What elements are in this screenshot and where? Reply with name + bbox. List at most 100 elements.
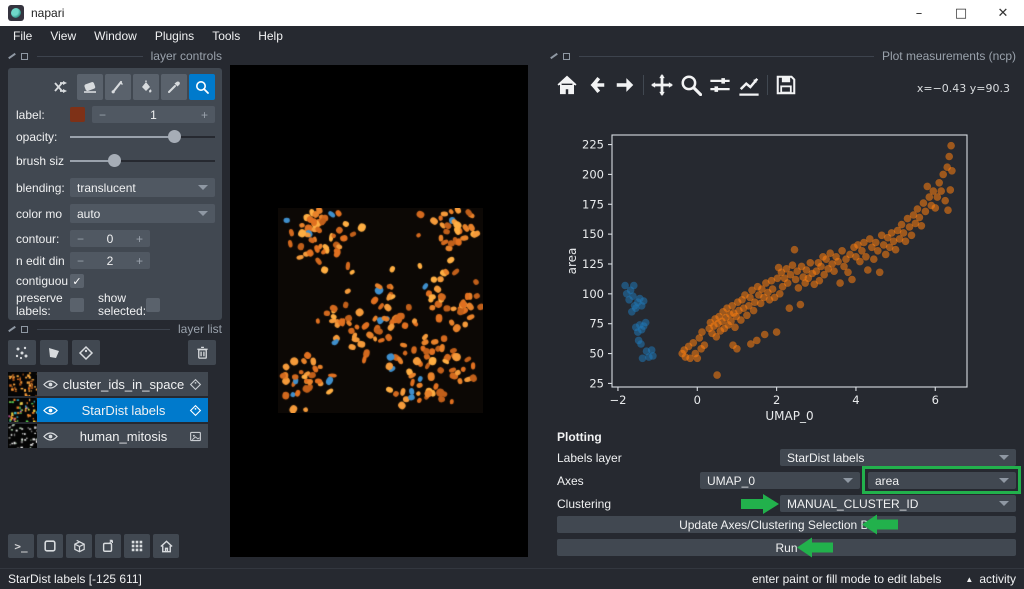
axes-x-dropdown[interactable]: UMAP_0	[700, 472, 860, 489]
svg-text:2: 2	[773, 393, 780, 407]
erase-tool-button[interactable]	[77, 74, 103, 100]
eye-visible-icon[interactable]	[43, 405, 58, 416]
zoom-pan-tool-button[interactable]	[189, 74, 215, 100]
mpl-pan-button[interactable]	[649, 72, 675, 98]
contiguous-checkbox[interactable]: ✓	[70, 274, 84, 288]
layer-row-stardist-labels[interactable]: StarDist labels	[8, 398, 208, 422]
menu-bar: File View Window Plugins Tools Help	[0, 26, 1024, 45]
menu-view[interactable]: View	[41, 29, 85, 43]
hide-dock-icon[interactable]	[563, 53, 570, 60]
grid-view-button[interactable]	[124, 534, 150, 558]
transpose-dimensions-button[interactable]	[95, 534, 121, 558]
annotation-arrow-right-icon	[741, 493, 779, 515]
new-labels-layer-button[interactable]	[72, 340, 100, 365]
float-dock-icon[interactable]	[8, 52, 16, 60]
preserve-labels-checkbox[interactable]	[70, 298, 84, 312]
label-color-swatch[interactable]	[70, 107, 85, 122]
layer-controls-header: layer controls	[8, 49, 222, 63]
save-floppy-icon	[775, 74, 797, 96]
delete-layer-button[interactable]	[188, 340, 216, 365]
plot-dock-title: Plot measurements (ncp)	[882, 49, 1016, 63]
console-button[interactable]: >_	[8, 534, 34, 558]
new-points-layer-button[interactable]	[8, 340, 36, 365]
layer-row-human-mitosis[interactable]: human_mitosis	[8, 424, 208, 448]
opacity-slider[interactable]	[70, 130, 215, 144]
minimize-button[interactable]: –	[898, 0, 940, 26]
menu-file[interactable]: File	[4, 29, 41, 43]
viewer-canvas-area[interactable]	[230, 45, 540, 568]
blending-dropdown[interactable]: translucent	[70, 178, 215, 197]
spin-plus-icon[interactable]: +	[136, 232, 143, 246]
svg-text:200: 200	[582, 167, 604, 181]
preserve-labels-label: preservelabels:	[16, 292, 70, 318]
axes-y-dropdown[interactable]: area	[868, 472, 1016, 489]
hide-dock-icon[interactable]	[21, 326, 28, 333]
spin-plus-icon[interactable]: +	[201, 108, 208, 122]
window-controls: – □ ✕	[898, 0, 1024, 26]
menu-plugins[interactable]: Plugins	[146, 29, 203, 43]
label-spinbox[interactable]: − 1 +	[92, 106, 215, 123]
layer-list-header: layer list	[8, 322, 222, 336]
shapes-layer-icon	[46, 345, 62, 361]
contour-spinbox[interactable]: − 0 +	[70, 230, 150, 247]
mpl-customize-button[interactable]	[736, 72, 762, 98]
spin-minus-icon[interactable]: −	[77, 254, 84, 268]
menu-window[interactable]: Window	[85, 29, 146, 43]
color-picker-icon	[166, 79, 182, 95]
pick-tool-button[interactable]	[161, 74, 187, 100]
spin-plus-icon[interactable]: +	[136, 254, 143, 268]
show-selected-checkbox[interactable]	[146, 298, 160, 312]
color-mode-value: auto	[77, 207, 100, 221]
run-button[interactable]: Run	[557, 539, 1016, 556]
scatter-plot[interactable]: −20246255075100125150175200225UMAP_0area	[560, 115, 1010, 445]
mpl-back-button[interactable]	[583, 72, 609, 98]
cursor-coordinates: x=−0.43 y=90.3	[917, 82, 1010, 95]
brush-size-slider[interactable]	[70, 154, 215, 168]
update-axes-clustering-button[interactable]: Update Axes/Clustering Selection Boxes	[557, 516, 1016, 533]
mpl-home-button[interactable]	[554, 72, 580, 98]
mpl-zoom-button[interactable]	[678, 72, 704, 98]
float-dock-icon[interactable]	[550, 52, 558, 60]
hide-dock-icon[interactable]	[21, 53, 28, 60]
menu-tools[interactable]: Tools	[203, 29, 249, 43]
home-reset-view-button[interactable]	[153, 534, 179, 558]
labels-layer-dropdown[interactable]: StarDist labels	[780, 449, 1016, 466]
status-hint: enter paint or fill mode to edit labels	[752, 572, 941, 586]
color-mode-dropdown[interactable]: auto	[70, 204, 215, 223]
grid-icon	[130, 539, 144, 553]
brush-size-label: brush siz	[16, 154, 70, 168]
layer-name: StarDist labels	[58, 403, 189, 418]
eye-visible-icon[interactable]	[43, 431, 58, 442]
menu-help[interactable]: Help	[249, 29, 292, 43]
fill-tool-button[interactable]	[133, 74, 159, 100]
viewer-canvas[interactable]	[230, 65, 528, 557]
layer-row-cluster-ids-in-space[interactable]: cluster_ids_in_space	[8, 372, 208, 396]
maximize-button[interactable]: □	[940, 0, 982, 26]
mpl-forward-button[interactable]	[612, 72, 638, 98]
clustering-dropdown[interactable]: MANUAL_CLUSTER_ID	[780, 495, 1016, 512]
mpl-subplots-button[interactable]	[707, 72, 733, 98]
axes-x-value: UMAP_0	[707, 474, 755, 488]
mpl-save-button[interactable]	[773, 72, 799, 98]
ndisplay-toggle-button[interactable]	[37, 534, 63, 558]
layer-thumbnail	[8, 424, 37, 448]
float-dock-icon[interactable]	[8, 325, 16, 333]
roll-dimensions-button[interactable]	[66, 534, 92, 558]
n-edit-dim-spinbox[interactable]: − 2 +	[70, 252, 150, 269]
layer-list-title: layer list	[178, 322, 222, 336]
segmentation-image[interactable]	[278, 208, 483, 413]
eye-visible-icon[interactable]	[43, 379, 58, 390]
svg-text:25: 25	[589, 376, 604, 390]
new-shapes-layer-button[interactable]	[40, 340, 68, 365]
spin-minus-icon[interactable]: −	[77, 232, 84, 246]
shuffle-colors-button[interactable]	[49, 74, 75, 100]
labels-layer-value: StarDist labels	[787, 451, 864, 465]
activity-toggle[interactable]: activity	[979, 572, 1016, 586]
clustering-value: MANUAL_CLUSTER_ID	[787, 497, 918, 511]
status-bar: StarDist labels [-125 611] enter paint o…	[0, 568, 1024, 589]
points-layer-icon	[14, 345, 30, 361]
close-button[interactable]: ✕	[982, 0, 1024, 26]
paint-tool-button[interactable]	[105, 74, 131, 100]
console-icon: >_	[14, 540, 27, 553]
spin-minus-icon[interactable]: −	[99, 108, 106, 122]
